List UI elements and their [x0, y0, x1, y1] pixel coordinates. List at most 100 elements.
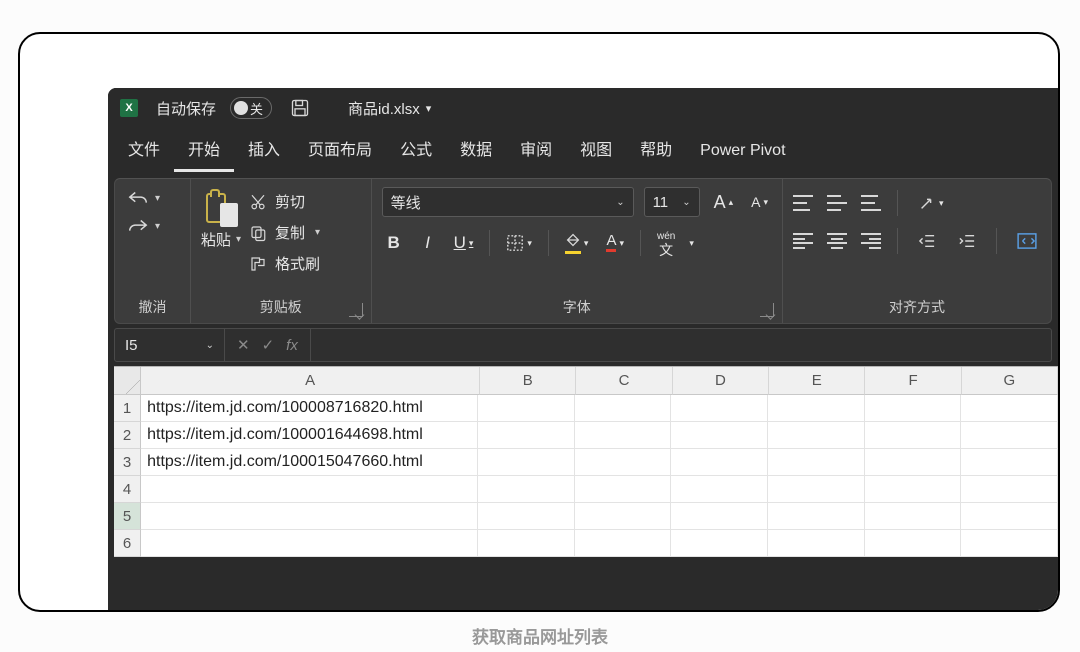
row-header[interactable]: 2: [114, 422, 141, 449]
increase-font-button[interactable]: A▴: [710, 188, 738, 216]
cell[interactable]: [768, 422, 865, 449]
cell[interactable]: [961, 395, 1058, 422]
decrease-font-button[interactable]: A▾: [747, 188, 772, 216]
align-top-button[interactable]: [793, 195, 813, 211]
row-header[interactable]: 4: [114, 476, 141, 503]
tab-view[interactable]: 视图: [566, 130, 626, 172]
borders-button[interactable]: ▾: [502, 229, 536, 257]
cell[interactable]: [768, 503, 865, 530]
italic-button[interactable]: I: [416, 229, 440, 257]
tab-page-layout[interactable]: 页面布局: [294, 130, 386, 172]
dialog-launcher-icon[interactable]: [760, 303, 774, 317]
align-center-button[interactable]: [827, 233, 847, 249]
cell[interactable]: [141, 530, 478, 557]
cell[interactable]: [961, 476, 1058, 503]
cell[interactable]: [671, 530, 768, 557]
merge-cells-button[interactable]: [1013, 227, 1041, 255]
cell[interactable]: [575, 422, 672, 449]
save-button[interactable]: [286, 94, 314, 122]
row-header[interactable]: 1: [114, 395, 141, 422]
tab-power-pivot[interactable]: Power Pivot: [686, 136, 799, 172]
table-row[interactable]: 1https://item.jd.com/100008716820.html: [114, 395, 1058, 422]
row-header[interactable]: 6: [114, 530, 141, 557]
fill-color-button[interactable]: ▾: [561, 229, 593, 257]
cell[interactable]: [141, 503, 478, 530]
name-box[interactable]: I5 ⌄: [115, 329, 225, 361]
enter-formula-button[interactable]: ✓: [262, 336, 275, 354]
cell[interactable]: [961, 530, 1058, 557]
cell[interactable]: [865, 530, 962, 557]
cell[interactable]: [478, 395, 575, 422]
tab-help[interactable]: 帮助: [626, 130, 686, 172]
cell[interactable]: https://item.jd.com/100008716820.html: [141, 395, 478, 422]
cell[interactable]: [961, 449, 1058, 476]
cell[interactable]: [478, 530, 575, 557]
column-header[interactable]: A: [141, 367, 480, 395]
column-header[interactable]: F: [865, 367, 961, 395]
cell[interactable]: [671, 503, 768, 530]
table-row[interactable]: 4: [114, 476, 1058, 503]
align-right-button[interactable]: [861, 233, 881, 249]
dialog-launcher-icon[interactable]: [349, 303, 363, 317]
column-header[interactable]: D: [673, 367, 769, 395]
formula-input[interactable]: [311, 329, 1051, 361]
cell[interactable]: https://item.jd.com/100001644698.html: [141, 422, 478, 449]
tab-formulas[interactable]: 公式: [386, 130, 446, 172]
format-painter-button[interactable]: 格式刷: [249, 253, 320, 274]
worksheet-grid[interactable]: A B C D E F G 1https://item.jd.com/10000…: [114, 366, 1058, 557]
cancel-formula-button[interactable]: ✕: [237, 336, 250, 354]
copy-button[interactable]: 复制 ▾: [249, 222, 320, 243]
cell[interactable]: [478, 449, 575, 476]
cell[interactable]: [478, 503, 575, 530]
cell[interactable]: https://item.jd.com/100015047660.html: [141, 449, 478, 476]
cell[interactable]: [671, 449, 768, 476]
cell[interactable]: [671, 422, 768, 449]
fx-button[interactable]: fx: [286, 337, 298, 354]
cell[interactable]: [768, 530, 865, 557]
cell[interactable]: [671, 476, 768, 503]
filename[interactable]: 商品id.xlsx ▾: [348, 98, 431, 119]
cell[interactable]: [575, 395, 672, 422]
cell[interactable]: [865, 476, 962, 503]
cell[interactable]: [865, 395, 962, 422]
column-header[interactable]: G: [962, 367, 1058, 395]
align-left-button[interactable]: [793, 233, 813, 249]
cell[interactable]: [961, 422, 1058, 449]
font-name-select[interactable]: 等线 ⌄: [382, 187, 634, 217]
cell[interactable]: [575, 503, 672, 530]
align-middle-button[interactable]: [827, 195, 847, 211]
cell[interactable]: [865, 503, 962, 530]
tab-home[interactable]: 开始: [174, 130, 234, 172]
cell[interactable]: [671, 395, 768, 422]
column-header[interactable]: B: [480, 367, 576, 395]
orientation-button[interactable]: ▾: [914, 189, 948, 217]
tab-insert[interactable]: 插入: [234, 130, 294, 172]
paste-button[interactable]: 粘贴 ▾: [201, 187, 241, 250]
cell[interactable]: [478, 476, 575, 503]
cell[interactable]: [961, 503, 1058, 530]
cell[interactable]: [768, 449, 865, 476]
select-all-corner[interactable]: [114, 367, 141, 395]
cell[interactable]: [141, 476, 478, 503]
cell[interactable]: [768, 395, 865, 422]
cell[interactable]: [768, 476, 865, 503]
font-size-select[interactable]: 11 ⌄: [644, 187, 700, 217]
redo-button[interactable]: ▾: [125, 215, 162, 237]
table-row[interactable]: 6: [114, 530, 1058, 557]
font-color-button[interactable]: A ▾: [602, 229, 628, 257]
cell[interactable]: [575, 476, 672, 503]
decrease-indent-button[interactable]: [914, 227, 940, 255]
chevron-down-icon[interactable]: ▾: [689, 238, 694, 249]
table-row[interactable]: 2https://item.jd.com/100001644698.html: [114, 422, 1058, 449]
table-row[interactable]: 5: [114, 503, 1058, 530]
cell[interactable]: [575, 530, 672, 557]
underline-button[interactable]: U▾: [450, 229, 478, 257]
cell[interactable]: [575, 449, 672, 476]
cut-button[interactable]: 剪切: [249, 191, 320, 212]
bold-button[interactable]: B: [382, 229, 406, 257]
cell[interactable]: [865, 422, 962, 449]
column-header[interactable]: C: [576, 367, 672, 395]
row-header[interactable]: 3: [114, 449, 141, 476]
column-header[interactable]: E: [769, 367, 865, 395]
tab-data[interactable]: 数据: [446, 130, 506, 172]
